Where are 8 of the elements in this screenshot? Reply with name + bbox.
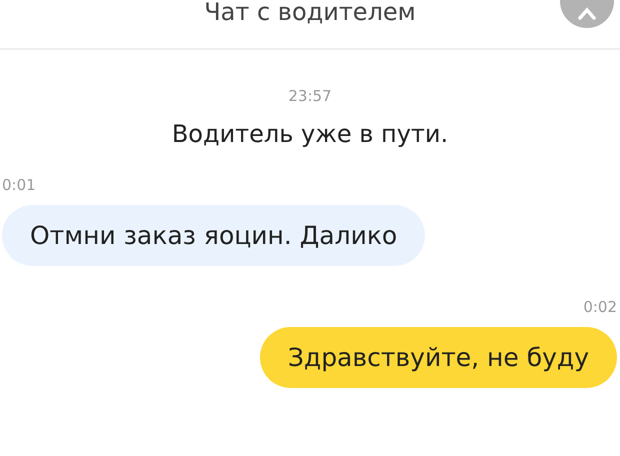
message-time: 0:02: [583, 297, 617, 318]
chat-title: Чат с водителем: [204, 0, 416, 28]
incoming-message: Отмни заказ яоцин. Далико: [2, 204, 426, 266]
close-button[interactable]: [560, 0, 614, 28]
outgoing-message: Здравствуйте, не буду: [260, 326, 617, 388]
system-message: Водитель уже в пути.: [172, 119, 448, 150]
message-time: 23:57: [288, 86, 332, 107]
message-time: 0:01: [2, 175, 36, 196]
